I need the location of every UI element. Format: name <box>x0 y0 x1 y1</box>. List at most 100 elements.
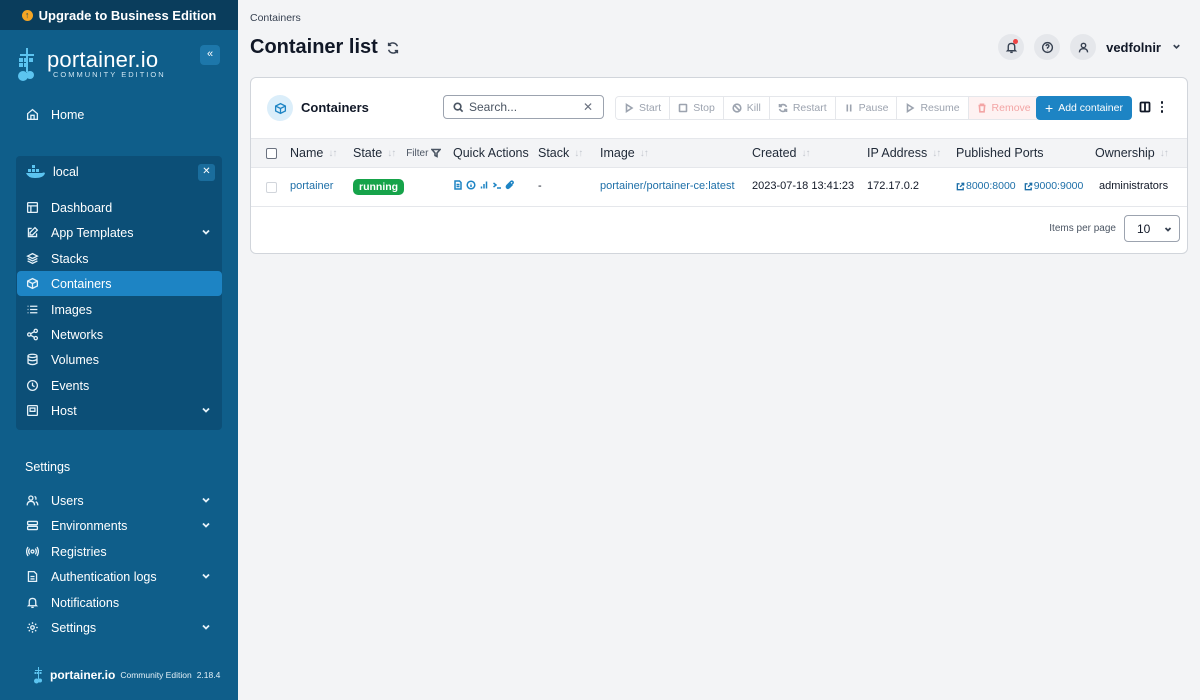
sidebar-item-label: Authentication logs <box>51 569 157 584</box>
sidebar-item-label: Containers <box>51 276 112 291</box>
sidebar-item-settings[interactable]: Settings <box>17 615 222 640</box>
sidebar-item-volumes[interactable]: Volumes <box>17 347 222 372</box>
columns-toggle-icon[interactable] <box>1139 101 1151 113</box>
sort-icon: ↓↑ <box>639 147 649 159</box>
clear-search-icon[interactable]: ✕ <box>583 100 593 114</box>
column-ownership[interactable]: Ownership ↓↑ <box>1095 146 1169 160</box>
column-stack[interactable]: Stack ↓↑ <box>538 146 583 160</box>
column-name[interactable]: Name ↓↑ <box>290 146 337 160</box>
table-row: portainer running - portainer/portainer-… <box>251 168 1187 207</box>
items-per-page-select[interactable]: 10 <box>1124 215 1180 242</box>
pause-button[interactable]: Pause <box>835 97 898 119</box>
search-box[interactable]: ✕ <box>443 95 604 119</box>
brand-logo[interactable]: portainer.io COMMUNITY EDITION <box>16 44 222 84</box>
chevron-down-icon <box>200 621 212 633</box>
stats-icon[interactable] <box>479 180 489 190</box>
list-icon <box>25 303 39 317</box>
registries-icon <box>25 545 39 559</box>
state-filter[interactable]: Filter <box>406 148 442 159</box>
kill-button[interactable]: Kill <box>723 97 770 119</box>
column-ports-label: Published Ports <box>956 146 1044 160</box>
kill-label: Kill <box>746 102 761 114</box>
brand-edition: COMMUNITY EDITION <box>53 70 166 79</box>
play-icon <box>625 103 634 113</box>
box-icon <box>25 277 39 291</box>
more-options-icon[interactable] <box>1157 99 1167 115</box>
search-icon <box>453 101 464 112</box>
help-button[interactable] <box>1034 34 1061 60</box>
start-button[interactable]: Start <box>616 97 671 119</box>
sidebar-item-authentication-logs[interactable]: Authentication logs <box>17 564 222 589</box>
items-per-page-value: 10 <box>1137 221 1151 236</box>
arrow-up-icon: ↑ <box>21 9 33 21</box>
stop-button[interactable]: Stop <box>670 97 724 119</box>
restart-button[interactable]: Restart <box>769 97 836 119</box>
select-all-checkbox[interactable] <box>266 148 277 159</box>
column-ip-label: IP Address <box>867 146 928 160</box>
chevron-down-icon[interactable] <box>1171 40 1182 55</box>
collapse-sidebar-button[interactable]: « <box>200 45 220 65</box>
sidebar-item-dashboard[interactable]: Dashboard <box>17 195 222 220</box>
breadcrumb[interactable]: Containers <box>250 12 301 24</box>
port-label: 9000:9000 <box>1033 180 1084 192</box>
attach-icon[interactable] <box>505 180 515 190</box>
upgrade-banner[interactable]: ↑ Upgrade to Business Edition <box>0 0 238 30</box>
column-state[interactable]: State ↓↑ Filter <box>353 146 442 160</box>
trash-icon <box>978 103 986 113</box>
sidebar-item-label: Home <box>51 107 85 122</box>
sidebar-item-networks[interactable]: Networks <box>17 322 222 347</box>
column-created-label: Created <box>752 146 797 160</box>
sidebar-item-home[interactable]: Home <box>17 102 222 127</box>
sidebar-item-images[interactable]: Images <box>17 297 222 322</box>
inspect-icon[interactable] <box>466 180 476 190</box>
sidebar-item-app-templates[interactable]: App Templates <box>17 220 222 245</box>
sidebar-item-stacks[interactable]: Stacks <box>17 246 222 271</box>
chevron-down-icon <box>200 404 212 416</box>
sidebar-item-environments[interactable]: Environments <box>17 513 222 538</box>
ip-cell: 172.17.0.2 <box>867 180 919 192</box>
column-state-label: State <box>353 146 383 160</box>
sidebar-item-containers[interactable]: Containers <box>17 271 222 296</box>
close-environment-button[interactable]: ✕ <box>198 164 215 181</box>
file-icon <box>25 570 39 584</box>
logs-icon[interactable] <box>453 180 463 190</box>
column-image[interactable]: Image ↓↑ <box>600 146 649 160</box>
sidebar-item-notifications[interactable]: Notifications <box>17 590 222 615</box>
search-input[interactable] <box>469 100 579 114</box>
sidebar-item-events[interactable]: Events <box>17 373 222 398</box>
restart-icon <box>778 103 788 113</box>
sidebar-item-registries[interactable]: Registries <box>17 539 222 564</box>
remove-label: Remove <box>991 102 1031 114</box>
created-cell: 2023-07-18 13:41:23 <box>752 180 855 192</box>
quick-actions <box>453 180 515 190</box>
sidebar-item-label: Events <box>51 378 90 393</box>
refresh-icon[interactable] <box>386 41 400 55</box>
sort-icon: ↓↑ <box>387 147 396 159</box>
sidebar-item-label: Images <box>51 302 92 317</box>
notifications-button[interactable] <box>998 34 1025 60</box>
add-container-button[interactable]: + Add container <box>1036 96 1132 120</box>
column-ip-address[interactable]: IP Address ↓↑ <box>867 146 941 160</box>
stack-cell: - <box>538 180 542 192</box>
port-link[interactable]: 8000:8000 <box>956 180 1016 192</box>
port-link[interactable]: 9000:9000 <box>1024 180 1084 192</box>
console-icon[interactable] <box>492 180 502 190</box>
share-icon <box>25 328 39 342</box>
column-created[interactable]: Created ↓↑ <box>752 146 810 160</box>
image-link[interactable]: portainer/portainer-ce:latest <box>600 180 735 192</box>
container-name-link[interactable]: portainer <box>290 180 333 192</box>
sidebar-item-users[interactable]: Users <box>17 488 222 513</box>
dashboard-icon <box>25 201 39 215</box>
username[interactable]: vedfolnir <box>1106 40 1161 55</box>
footer-brand-name: portainer.io <box>50 668 116 682</box>
row-checkbox[interactable] <box>266 182 277 193</box>
resume-button[interactable]: Resume <box>897 97 969 119</box>
remove-button[interactable]: Remove <box>968 97 1039 119</box>
user-avatar[interactable] <box>1070 34 1097 60</box>
sidebar-item-host[interactable]: Host <box>17 398 222 423</box>
column-image-label: Image <box>600 146 635 160</box>
portainer-logo-icon <box>18 48 34 81</box>
environment-header[interactable]: local <box>16 156 222 188</box>
docker-icon <box>26 165 45 178</box>
page-title: Container list <box>250 36 378 58</box>
